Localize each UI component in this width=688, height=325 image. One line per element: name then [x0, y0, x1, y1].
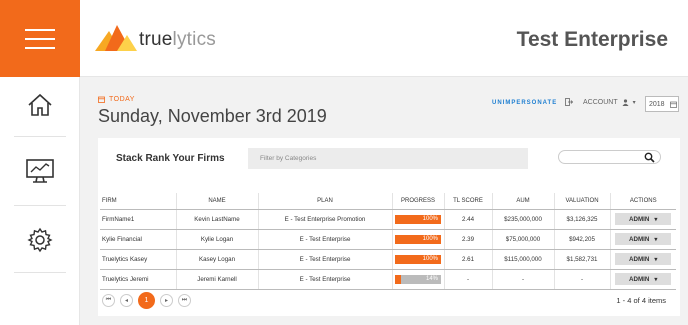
admin-dropdown[interactable]: ADMIN ▾: [615, 233, 672, 245]
progress-label: 100%: [422, 215, 438, 222]
search-input[interactable]: [558, 150, 661, 164]
valuation-cell: $1,582,731: [554, 249, 611, 270]
account-menu[interactable]: ACCOUNT ▾: [565, 98, 636, 106]
column-header[interactable]: VALUATION: [554, 193, 611, 210]
table-row[interactable]: FirmName1 Kevin LastName E - Test Enterp…: [100, 209, 676, 230]
pagination: ⏮ ◂ 1 ▸ ⏭: [102, 292, 191, 309]
header: truelytics Test Enterprise: [80, 0, 688, 77]
name-cell: Kasey Logan: [176, 249, 259, 270]
firm-cell: Truelytics Jeremi: [100, 269, 177, 290]
progress-label: 14%: [425, 275, 438, 282]
admin-dropdown[interactable]: ADMIN ▾: [615, 253, 672, 265]
score-cell: -: [444, 269, 493, 290]
current-date: Sunday, November 3rd 2019: [98, 106, 327, 126]
category-filter-input[interactable]: Filter by Categories: [248, 148, 528, 169]
aum-cell: -: [492, 269, 555, 290]
firm-cell: Kylie Financial: [100, 229, 177, 250]
sidebar: [0, 0, 80, 325]
last-page-button[interactable]: ⏭: [178, 294, 191, 307]
aum-cell: $75,000,000: [492, 229, 555, 250]
truelytics-logo[interactable]: truelytics: [95, 23, 216, 51]
prev-page-button[interactable]: ◂: [120, 294, 133, 307]
logo-mountains-icon: [95, 25, 137, 51]
progress-bar: 100%: [395, 214, 441, 224]
column-header[interactable]: FIRM: [100, 193, 177, 210]
items-summary: 1 - 4 of 4 items: [616, 296, 666, 305]
account-label[interactable]: ACCOUNT: [583, 99, 618, 106]
admin-dropdown[interactable]: ADMIN ▾: [615, 213, 672, 225]
table-header-row: FIRM NAME PLAN PROGRESS TL SCORE AUM VAL…: [100, 193, 676, 210]
today-label: TODAY: [98, 96, 135, 103]
progress-label: 100%: [422, 255, 438, 262]
year-value: 2018: [649, 100, 665, 108]
aum-cell: $235,000,000: [492, 209, 555, 230]
menu-icon[interactable]: [0, 0, 80, 77]
search-icon[interactable]: [644, 152, 655, 163]
logo-text-true: true: [139, 29, 173, 50]
caret-down-icon: ▾: [654, 275, 658, 283]
monitor-chart-icon[interactable]: [0, 143, 80, 199]
firms-table: FIRM NAME PLAN PROGRESS TL SCORE AUM VAL…: [100, 193, 676, 290]
firm-cell: FirmName1: [100, 209, 177, 230]
unimpersonate-link[interactable]: UNIMPERSONATE: [492, 100, 557, 106]
progress-label: 100%: [422, 235, 438, 242]
table-row[interactable]: Kylie Financial Kylie Logan E - Test Ent…: [100, 229, 676, 250]
valuation-cell: $3,126,325: [554, 209, 611, 230]
aum-cell: $115,000,000: [492, 249, 555, 270]
score-cell: 2.39: [444, 229, 493, 250]
column-header[interactable]: ACTIONS: [610, 193, 676, 210]
admin-dropdown[interactable]: ADMIN ▾: [615, 273, 672, 285]
column-header[interactable]: PLAN: [258, 193, 393, 210]
caret-down-icon: ▾: [654, 255, 658, 263]
name-cell: Jeremi Karnell: [176, 269, 259, 290]
home-icon[interactable]: [0, 77, 80, 133]
table-row[interactable]: Truelytics Jeremi Jeremi Karnell E - Tes…: [100, 269, 676, 290]
table-row[interactable]: Truelytics Kasey Kasey Logan E - Test En…: [100, 249, 676, 270]
plan-cell: E - Test Enterprise: [258, 229, 393, 250]
year-selector[interactable]: 2018: [645, 96, 679, 112]
progress-bar: 14%: [395, 274, 441, 284]
logout-icon[interactable]: [565, 98, 573, 106]
valuation-cell: $942,205: [554, 229, 611, 250]
card-title: Stack Rank Your Firms: [116, 153, 225, 164]
column-header[interactable]: TL SCORE: [444, 193, 493, 210]
score-cell: 2.61: [444, 249, 493, 270]
first-page-button[interactable]: ⏮: [102, 294, 115, 307]
page-1-button[interactable]: 1: [138, 292, 155, 309]
logo-text-lytics: lytics: [172, 29, 216, 50]
column-header[interactable]: AUM: [492, 193, 555, 210]
stack-rank-card: Stack Rank Your Firms Filter by Categori…: [98, 138, 680, 316]
name-cell: Kevin LastName: [176, 209, 259, 230]
valuation-cell: -: [554, 269, 611, 290]
enterprise-title: Test Enterprise: [516, 28, 668, 51]
plan-cell: E - Test Enterprise Promotion: [258, 209, 393, 230]
next-page-button[interactable]: ▸: [160, 294, 173, 307]
plan-cell: E - Test Enterprise: [258, 249, 393, 270]
score-cell: 2.44: [444, 209, 493, 230]
plan-cell: E - Test Enterprise: [258, 269, 393, 290]
column-header[interactable]: NAME: [176, 193, 259, 210]
name-cell: Kylie Logan: [176, 229, 259, 250]
progress-bar: 100%: [395, 234, 441, 244]
calendar-icon: [669, 101, 677, 108]
chevron-down-icon: ▾: [632, 99, 636, 106]
firm-cell: Truelytics Kasey: [100, 249, 177, 270]
column-header[interactable]: PROGRESS: [392, 193, 445, 210]
gear-icon[interactable]: [0, 212, 80, 268]
caret-down-icon: ▾: [654, 235, 658, 243]
calendar-icon: [98, 96, 105, 103]
caret-down-icon: ▾: [654, 215, 658, 223]
user-icon: [622, 98, 629, 106]
progress-bar: 100%: [395, 254, 441, 264]
